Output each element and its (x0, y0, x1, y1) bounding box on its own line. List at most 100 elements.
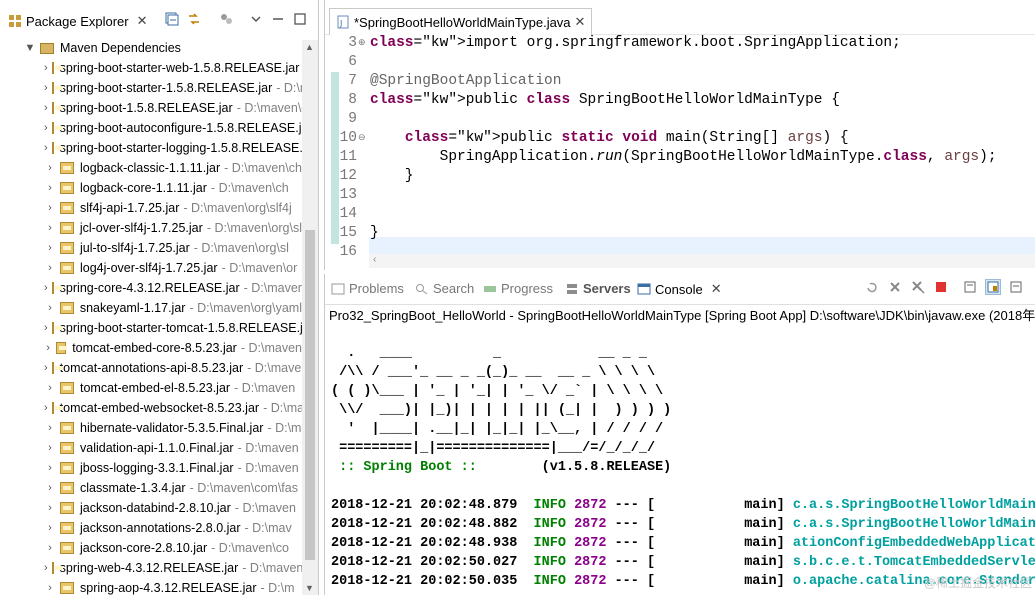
scroll-left-icon[interactable]: ‹ (373, 254, 376, 265)
tree-item-jar[interactable]: › slf4j-api-1.7.25.jar - D:\maven\org\slf4… (0, 198, 302, 218)
chevron-right-icon[interactable]: › (44, 138, 48, 158)
chevron-right-icon[interactable]: › (44, 158, 56, 178)
chevron-right-icon[interactable]: › (44, 538, 56, 558)
chevron-right-icon[interactable]: › (44, 298, 56, 318)
close-icon[interactable]: ✕ (575, 14, 586, 30)
word-wrap-icon[interactable] (1009, 280, 1023, 294)
tree-item-jar[interactable]: › jcl-over-slf4j-1.7.25.jar - D:\maven\org… (0, 218, 302, 238)
chevron-right-icon[interactable]: › (44, 98, 48, 118)
code-line: 8 class="kw">public class SpringBootHello… (325, 91, 1035, 110)
chevron-right-icon[interactable]: › (44, 398, 48, 418)
tree-item-jar[interactable]: › spring-boot-1.5.8.RELEASE.jar - D:\maven… (0, 98, 318, 118)
code-text: class="kw">public static void main(Strin… (404, 130, 849, 146)
tree-item-jar[interactable]: › tomcat-embed-el-8.5.23.jar - D:\maven (0, 378, 302, 398)
tree-item-jar[interactable]: › snakeyaml-1.17.jar - D:\maven\org\yaml (0, 298, 302, 318)
chevron-right-icon[interactable]: › (44, 278, 48, 298)
chevron-right-icon[interactable]: › (44, 238, 56, 258)
tree-item-jar[interactable]: › jackson-databind-2.8.10.jar - D:\maven (0, 498, 302, 518)
scroll-down-icon[interactable]: ▼ (305, 583, 314, 593)
log-logger: ationConfigEmbeddedWebApplicationContext (792, 536, 1035, 551)
remove-launch-icon[interactable] (888, 280, 902, 294)
tab-problems[interactable]: Problems (331, 281, 404, 296)
vertical-scrollbar[interactable]: ▲ ▼ (302, 40, 318, 595)
horizontal-scrollbar[interactable]: ‹ (369, 254, 1035, 268)
chevron-right-icon[interactable]: › (44, 338, 52, 358)
chevron-right-icon[interactable]: › (44, 118, 48, 138)
tab-progress[interactable]: Progress (483, 281, 553, 296)
tab-console[interactable]: Console ✕ (637, 281, 722, 297)
code-area[interactable]: 3 ⊕ class="kw">import org.springframework.… (325, 34, 1035, 260)
tree-item-jar[interactable]: › log4j-over-slf4j-1.7.25.jar - D:\maven\o… (0, 258, 302, 278)
clear-console-icon[interactable] (963, 280, 977, 294)
chevron-right-icon[interactable]: › (44, 558, 48, 578)
chevron-right-icon[interactable]: › (44, 478, 56, 498)
tree-item-jar[interactable]: › classmate-1.3.4.jar - D:\maven\com\fas (0, 478, 302, 498)
close-icon[interactable]: ✕ (711, 281, 722, 297)
log-separator: --- [ (614, 536, 656, 551)
chevron-right-icon[interactable]: › (44, 418, 56, 438)
scroll-lock-icon[interactable] (985, 279, 1001, 295)
focus-icon[interactable] (219, 12, 233, 26)
tree-item-jar[interactable]: › jackson-core-2.8.10.jar - D:\maven\co (0, 538, 302, 558)
chevron-right-icon[interactable]: › (44, 258, 56, 278)
collapse-all-icon[interactable] (165, 12, 179, 26)
close-icon[interactable]: ✕ (137, 13, 148, 29)
tab-servers[interactable]: Servers (565, 281, 631, 296)
link-with-editor-icon[interactable] (187, 12, 201, 26)
chevron-down-icon[interactable]: ▼ (24, 38, 36, 58)
tab-search[interactable]: Search (415, 281, 474, 296)
editor-tab[interactable]: J *SpringBootHelloWorldMainType.java ✕ (329, 8, 593, 35)
fold-icon[interactable]: ⊕ (358, 34, 366, 53)
package-explorer-tabbar: Package Explorer ✕ (0, 0, 318, 40)
tree-item-jar[interactable]: › jul-to-slf4j-1.7.25.jar - D:\maven\org\s… (0, 238, 302, 258)
jar-name: logback-core-1.1.11.jar (80, 181, 207, 195)
minimize-icon[interactable] (271, 12, 285, 26)
tree-item-jar[interactable]: › spring-boot-starter-1.5.8.RELEASE.jar - … (0, 78, 318, 98)
maximize-icon[interactable] (293, 12, 307, 26)
chevron-right-icon[interactable]: › (44, 178, 56, 198)
tree-item-jar[interactable]: › tomcat-embed-core-8.5.23.jar - D:\maven (0, 338, 302, 358)
chevron-right-icon[interactable]: › (44, 198, 56, 218)
tree-item-jar[interactable]: › logback-core-1.1.11.jar - D:\maven\ch (0, 178, 302, 198)
remove-all-launches-icon[interactable] (911, 280, 925, 294)
chevron-right-icon[interactable]: › (44, 318, 48, 338)
tree-item-jar[interactable]: › spring-boot-starter-web-1.5.8.RELEASE.j… (0, 58, 318, 78)
chevron-right-icon[interactable]: › (44, 578, 56, 595)
scroll-up-icon[interactable]: ▲ (305, 42, 314, 52)
tree-item-jar[interactable]: › spring-boot-starter-tomcat-1.5.8.RELEAS… (0, 318, 318, 338)
tree-item-jar[interactable]: › jackson-annotations-2.8.0.jar - D:\mav (0, 518, 302, 538)
code-text: } (370, 168, 414, 184)
relaunch-icon[interactable] (865, 280, 879, 294)
tree-item-jar[interactable]: › tomcat-embed-websocket-8.5.23.jar - D:\m… (0, 398, 318, 418)
chevron-right-icon[interactable]: › (44, 498, 56, 518)
tree-item-jar[interactable]: › spring-boot-autoconfigure-1.5.8.RELEASE… (0, 118, 318, 138)
terminate-icon[interactable] (934, 280, 948, 294)
tree-item-jar[interactable]: › spring-aop-4.3.12.RELEASE.jar - D:\m (0, 578, 302, 595)
chevron-right-icon[interactable]: › (44, 218, 56, 238)
view-menu-icon[interactable] (249, 12, 263, 26)
tree-item-jar[interactable]: › logback-classic-1.1.11.jar - D:\maven\ch (0, 158, 302, 178)
chevron-right-icon[interactable]: › (44, 438, 56, 458)
tree-item-jar[interactable]: › tomcat-annotations-api-8.5.23.jar - D:\m… (0, 358, 308, 378)
chevron-right-icon[interactable]: › (44, 458, 56, 478)
chevron-right-icon[interactable]: › (44, 78, 48, 98)
tree-item-jar[interactable]: › hibernate-validator-5.3.5.Final.jar - D:… (0, 418, 302, 438)
jar-path-text: D:\maven (245, 461, 299, 475)
chevron-right-icon[interactable]: › (44, 518, 56, 538)
chevron-right-icon[interactable]: › (44, 378, 56, 398)
package-explorer-tab[interactable]: Package Explorer ✕ (4, 8, 152, 34)
jar-name: logback-classic-1.1.11.jar (80, 161, 221, 175)
tree-item-jar[interactable]: › spring-core-4.3.12.RELEASE.jar - D:\mave… (0, 278, 318, 298)
fold-icon[interactable]: ⊖ (358, 129, 366, 148)
tree-item-jar[interactable]: › spring-web-4.3.12.RELEASE.jar - D:\maven (0, 558, 303, 578)
jar-icon (60, 522, 74, 534)
console-output[interactable]: . ____ _ __ _ _ /\\ / ___'_ __ _ _(_)_ _… (331, 344, 1035, 591)
tree-item-jar[interactable]: › spring-boot-starter-logging-1.5.8.RELEA… (0, 138, 317, 158)
chevron-right-icon[interactable]: › (44, 58, 48, 78)
chevron-right-icon[interactable]: › (44, 358, 48, 378)
tree-item-jar[interactable]: › validation-api-1.1.0.Final.jar - D:\mave… (0, 438, 302, 458)
tree-item-jar[interactable]: › jboss-logging-3.3.1.Final.jar - D:\maven (0, 458, 302, 478)
log-thread: main] (655, 517, 785, 532)
tree-item-maven-dependencies[interactable]: ▼ Maven Dependencies (0, 38, 302, 58)
scrollbar-thumb[interactable] (305, 230, 315, 560)
